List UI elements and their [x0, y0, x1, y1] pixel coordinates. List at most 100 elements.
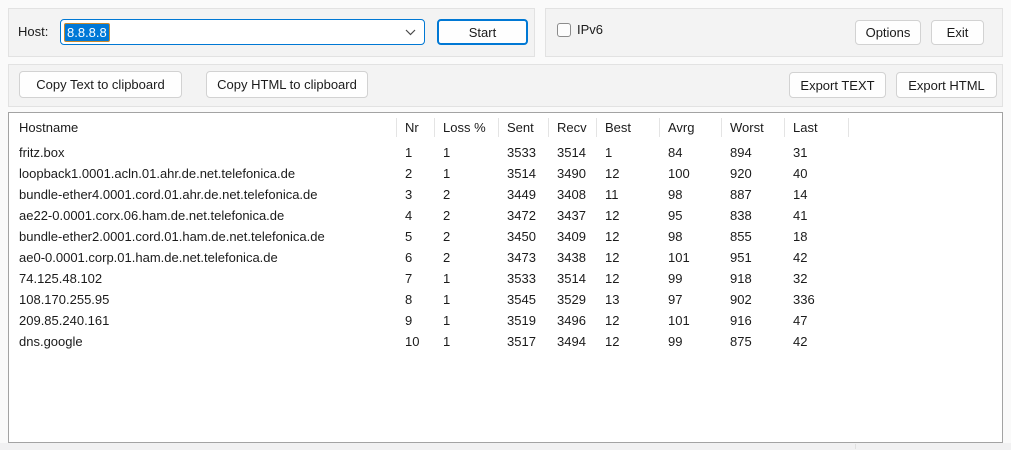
cell-avrg: 97	[668, 292, 683, 307]
cell-filler	[848, 142, 1002, 163]
table-row[interactable]: dns.google 10 1 3517 3494 12 99 875 42	[9, 331, 1002, 352]
export-html-button[interactable]: Export HTML	[896, 72, 997, 98]
cell-worst: 838	[730, 208, 752, 223]
copy-html-button[interactable]: Copy HTML to clipboard	[206, 71, 368, 98]
cell-sent: 3450	[507, 229, 536, 244]
cell-loss-: 1	[443, 313, 451, 328]
status-bar	[0, 443, 1011, 450]
cell-avrg: 101	[668, 250, 690, 265]
cell-worst: 916	[730, 313, 752, 328]
table-row[interactable]: ae22-0.0001.corx.06.ham.de.net.telefonic…	[9, 205, 1002, 226]
cell-avrg: 84	[668, 145, 683, 160]
cell-filler	[848, 268, 1002, 289]
cell-last: 18	[793, 229, 808, 244]
cell-hostname: bundle-ether2.0001.cord.01.ham.de.net.te…	[19, 229, 325, 244]
ipv6-checkbox[interactable]	[557, 22, 571, 37]
cell-best: 12	[605, 334, 620, 349]
cell-best: 12	[605, 166, 620, 181]
column-header-recv[interactable]: Recv	[548, 113, 596, 142]
cell-recv: 3490	[557, 166, 586, 181]
cell-nr: 4	[405, 208, 413, 223]
cell-loss-: 1	[443, 334, 451, 349]
cell-sent: 3517	[507, 334, 536, 349]
column-header-sent[interactable]: Sent	[498, 113, 548, 142]
cell-hostname: loopback1.0001.acln.01.ahr.de.net.telefo…	[19, 166, 296, 181]
cell-hostname: 108.170.255.95	[19, 292, 110, 307]
cell-recv: 3438	[557, 250, 586, 265]
cell-loss-: 2	[443, 250, 451, 265]
cell-hostname: bundle-ether4.0001.cord.01.ahr.de.net.te…	[19, 187, 318, 202]
cell-loss-: 2	[443, 229, 451, 244]
cell-sent: 3473	[507, 250, 536, 265]
table-row[interactable]: 108.170.255.95 8 1 3545 3529 13 97 902 336	[9, 289, 1002, 310]
table-row[interactable]: ae0-0.0001.corp.01.ham.de.net.telefonica…	[9, 247, 1002, 268]
table-row[interactable]: bundle-ether4.0001.cord.01.ahr.de.net.te…	[9, 184, 1002, 205]
cell-nr: 10	[405, 334, 420, 349]
column-header-avrg[interactable]: Avrg	[659, 113, 721, 142]
cell-loss-: 1	[443, 145, 451, 160]
column-header-nr[interactable]: Nr	[396, 113, 434, 142]
trace-results-table: Hostname Nr Loss % Sent Recv Best Avrg Worst Las…	[8, 112, 1003, 443]
cell-worst: 887	[730, 187, 752, 202]
cell-last: 336	[793, 292, 815, 307]
cell-avrg: 95	[668, 208, 683, 223]
cell-avrg: 98	[668, 229, 683, 244]
cell-worst: 920	[730, 166, 752, 181]
copy-text-button[interactable]: Copy Text to clipboard	[19, 71, 182, 98]
cell-nr: 6	[405, 250, 413, 265]
cell-hostname: 209.85.240.161	[19, 313, 110, 328]
cell-last: 47	[793, 313, 808, 328]
cell-filler	[848, 205, 1002, 226]
cell-filler	[848, 310, 1002, 331]
host-input-value[interactable]: 8.8.8.8	[65, 23, 109, 41]
start-button[interactable]: Start	[437, 19, 528, 45]
cell-nr: 2	[405, 166, 413, 181]
cell-avrg: 100	[668, 166, 690, 181]
cell-loss-: 2	[443, 187, 451, 202]
cell-filler	[848, 163, 1002, 184]
column-header-best[interactable]: Best	[596, 113, 659, 142]
chevron-down-icon[interactable]	[405, 29, 416, 36]
cell-best: 1	[605, 145, 613, 160]
cell-sent: 3519	[507, 313, 536, 328]
cell-best: 13	[605, 292, 620, 307]
exit-button[interactable]: Exit	[931, 20, 984, 45]
cell-last: 41	[793, 208, 808, 223]
cell-hostname: ae0-0.0001.corp.01.ham.de.net.telefonica…	[19, 250, 278, 265]
cell-loss-: 1	[443, 292, 451, 307]
cell-nr: 8	[405, 292, 413, 307]
column-header-loss-[interactable]: Loss %	[434, 113, 498, 142]
cell-worst: 875	[730, 334, 752, 349]
cell-loss-: 1	[443, 166, 451, 181]
cell-worst: 918	[730, 271, 752, 286]
cell-filler	[848, 247, 1002, 268]
cell-nr: 3	[405, 187, 413, 202]
export-text-button[interactable]: Export TEXT	[789, 72, 886, 98]
cell-recv: 3408	[557, 187, 586, 202]
table-header-row: Hostname Nr Loss % Sent Recv Best Avrg Worst Las…	[9, 113, 1002, 142]
table-row[interactable]: bundle-ether2.0001.cord.01.ham.de.net.te…	[9, 226, 1002, 247]
column-header-last[interactable]: Last	[784, 113, 848, 142]
table-row[interactable]: loopback1.0001.acln.01.ahr.de.net.telefo…	[9, 163, 1002, 184]
status-bar-divider	[855, 444, 856, 449]
cell-avrg: 99	[668, 271, 683, 286]
cell-avrg: 98	[668, 187, 683, 202]
cell-worst: 855	[730, 229, 752, 244]
column-header-worst[interactable]: Worst	[721, 113, 784, 142]
host-combobox[interactable]: 8.8.8.8	[60, 19, 425, 45]
cell-loss-: 2	[443, 208, 451, 223]
cell-nr: 7	[405, 271, 413, 286]
table-row[interactable]: 74.125.48.102 7 1 3533 3514 12 99 918 32	[9, 268, 1002, 289]
table-row[interactable]: 209.85.240.161 9 1 3519 3496 12 101 916 47	[9, 310, 1002, 331]
cell-best: 12	[605, 208, 620, 223]
column-header-hostname[interactable]: Hostname	[9, 113, 396, 142]
column-header-filler	[848, 113, 1002, 142]
cell-sent: 3545	[507, 292, 536, 307]
cell-recv: 3409	[557, 229, 586, 244]
table-row[interactable]: fritz.box 1 1 3533 3514 1 84 894 31	[9, 142, 1002, 163]
cell-avrg: 101	[668, 313, 690, 328]
table-body: fritz.box 1 1 3533 3514 1 84 894 31 loopback1.000…	[9, 142, 1002, 352]
options-button[interactable]: Options	[855, 20, 921, 45]
cell-last: 40	[793, 166, 808, 181]
cell-last: 42	[793, 250, 808, 265]
